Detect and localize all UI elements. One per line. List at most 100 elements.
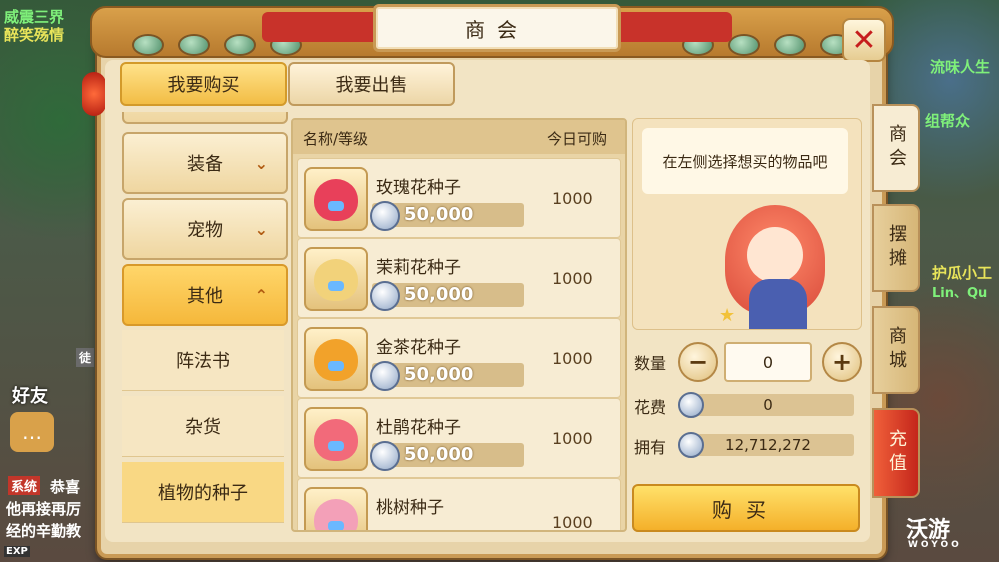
purchase-detail-pane: ★ 在左侧选择想买的物品吧 数量 − 0 + 花费 0 拥有 12,712,27… <box>632 118 862 532</box>
minus-icon: − <box>687 348 709 376</box>
column-daily-limit: 今日可购 <box>546 130 607 148</box>
chevron-down-icon: ⌄ <box>254 219 268 239</box>
side-tab-chamber[interactable]: 商会 <box>872 104 920 192</box>
player-name: 护瓜小工 <box>932 264 993 282</box>
item-price: 50,000 <box>370 281 524 311</box>
side-tab-stall[interactable]: 摆摊 <box>872 204 920 292</box>
chat-icon[interactable]: … <box>10 412 54 452</box>
ribbon-decoration <box>612 12 732 42</box>
item-daily-limit: 1000 <box>552 189 593 208</box>
item-name: 金茶花种子 <box>376 338 461 358</box>
sparkle-icon: ★ <box>719 305 736 326</box>
item-row-camellia-seed[interactable]: 金茶花种子 50,000 1000 <box>297 318 621 398</box>
category-equipment[interactable]: 装备 ⌄ <box>122 132 288 194</box>
item-icon-box <box>304 167 368 231</box>
item-row-jasmine-seed[interactable]: 茉莉花种子 50,000 1000 <box>297 238 621 318</box>
seed-bag-icon <box>314 259 358 301</box>
cost-field: 0 <box>678 392 854 418</box>
merchant-face <box>747 227 803 283</box>
owned-value: 12,712,272 <box>725 436 811 454</box>
item-name: 杜鹃花种子 <box>376 418 461 438</box>
category-label: 宠物 <box>187 220 223 241</box>
category-hidden[interactable] <box>122 112 288 124</box>
close-icon: ✕ <box>851 22 877 58</box>
player-name: Lin、Qu <box>932 286 988 301</box>
ribbon-decoration <box>262 12 382 42</box>
chevron-up-icon: ⌃ <box>254 285 268 305</box>
lantern-decoration <box>82 72 106 116</box>
item-price-value: 50,000 <box>404 444 474 465</box>
window-title-box: 商会 <box>373 4 621 52</box>
subcategory-misc[interactable]: 杂货 <box>122 396 284 457</box>
quantity-input[interactable]: 0 <box>724 342 812 382</box>
quantity-label: 数量 <box>634 354 667 373</box>
item-row-peach-seed[interactable]: 桃树种子 1000 <box>297 478 621 532</box>
woyoo-watermark: 沃游 WOYOO <box>868 512 962 550</box>
chat-line: 恭喜 <box>50 478 81 496</box>
owned-field: 12,712,272 <box>678 432 854 458</box>
side-tab-mall[interactable]: 商城 <box>872 306 920 394</box>
silver-coin-icon <box>370 201 400 231</box>
selection-hint: 在左侧选择想买的物品吧 <box>642 128 848 194</box>
rail-knob <box>224 34 256 56</box>
tab-buy[interactable]: 我要购买 <box>120 62 287 106</box>
buy-button[interactable]: 购买 <box>632 484 860 532</box>
item-price-value: 50,000 <box>404 204 474 225</box>
item-row-azalea-seed[interactable]: 杜鹃花种子 50,000 1000 <box>297 398 621 478</box>
item-icon-box <box>304 327 368 391</box>
silver-coin-icon <box>370 281 400 311</box>
subcategory-formation-book[interactable]: 阵法书 <box>122 330 284 391</box>
item-daily-limit: 1000 <box>552 513 593 532</box>
window-title: 商会 <box>465 17 529 42</box>
seed-bag-icon <box>314 339 358 381</box>
player-name: 流味人生 <box>930 58 991 76</box>
player-title: 醉笑殇情 <box>4 26 65 44</box>
item-icon-box <box>304 407 368 471</box>
category-other[interactable]: 其他 ⌃ <box>122 264 288 326</box>
merchant-body <box>749 279 807 329</box>
rail-knob <box>178 34 210 56</box>
watermark-sub: WOYOO <box>908 540 962 550</box>
item-icon-box <box>304 247 368 311</box>
owned-label: 拥有 <box>634 438 667 457</box>
category-pet[interactable]: 宠物 ⌄ <box>122 198 288 260</box>
increase-quantity-button[interactable]: + <box>822 342 862 382</box>
item-price: 50,000 <box>370 441 524 471</box>
decrease-quantity-button[interactable]: − <box>678 342 718 382</box>
seed-bag-icon <box>314 179 358 221</box>
category-label: 装备 <box>187 154 223 175</box>
cost-value: 0 <box>763 396 773 414</box>
chat-line: 经的辛勤教 <box>6 522 82 540</box>
item-list: 名称/等级 今日可购 玫瑰花种子 50,000 1000 茉莉花种子 50,00… <box>291 118 627 532</box>
item-price: 50,000 <box>370 361 524 391</box>
silver-coin-icon <box>370 361 400 391</box>
subcategory-plant-seeds[interactable]: 植物的种子 <box>122 462 284 523</box>
category-label: 其他 <box>187 286 223 307</box>
item-name: 玫瑰花种子 <box>376 178 461 198</box>
item-row-rose-seed[interactable]: 玫瑰花种子 50,000 1000 <box>297 158 621 238</box>
rail-knob <box>132 34 164 56</box>
item-price: 50,000 <box>370 201 524 231</box>
category-list: 装备 ⌄ 宠物 ⌄ 其他 ⌃ 阵法书 杂货 植物的种子 <box>118 112 290 526</box>
side-tab-recharge[interactable]: 充值 <box>872 408 920 498</box>
item-price-value: 50,000 <box>404 284 474 305</box>
exp-label: EXP <box>4 546 30 557</box>
item-icon-box <box>304 487 368 530</box>
column-name-level: 名称/等级 <box>303 130 369 148</box>
rail-knob <box>728 34 760 56</box>
item-daily-limit: 1000 <box>552 269 593 288</box>
chevron-down-icon: ⌄ <box>254 153 268 173</box>
rail-knob <box>774 34 806 56</box>
plus-icon: + <box>831 348 853 376</box>
item-list-header: 名称/等级 今日可购 <box>293 120 625 154</box>
chat-line: 他再接再厉 <box>6 500 82 518</box>
item-daily-limit: 1000 <box>552 349 593 368</box>
cost-label: 花费 <box>634 398 667 417</box>
silver-coin-icon <box>370 441 400 471</box>
item-name: 桃树种子 <box>376 498 444 518</box>
seed-bag-icon <box>314 499 358 530</box>
close-button[interactable]: ✕ <box>842 18 886 62</box>
tab-sell[interactable]: 我要出售 <box>288 62 455 106</box>
chat-channel-badge: 系统 <box>8 476 41 495</box>
friend-label[interactable]: 好友 <box>12 382 48 408</box>
